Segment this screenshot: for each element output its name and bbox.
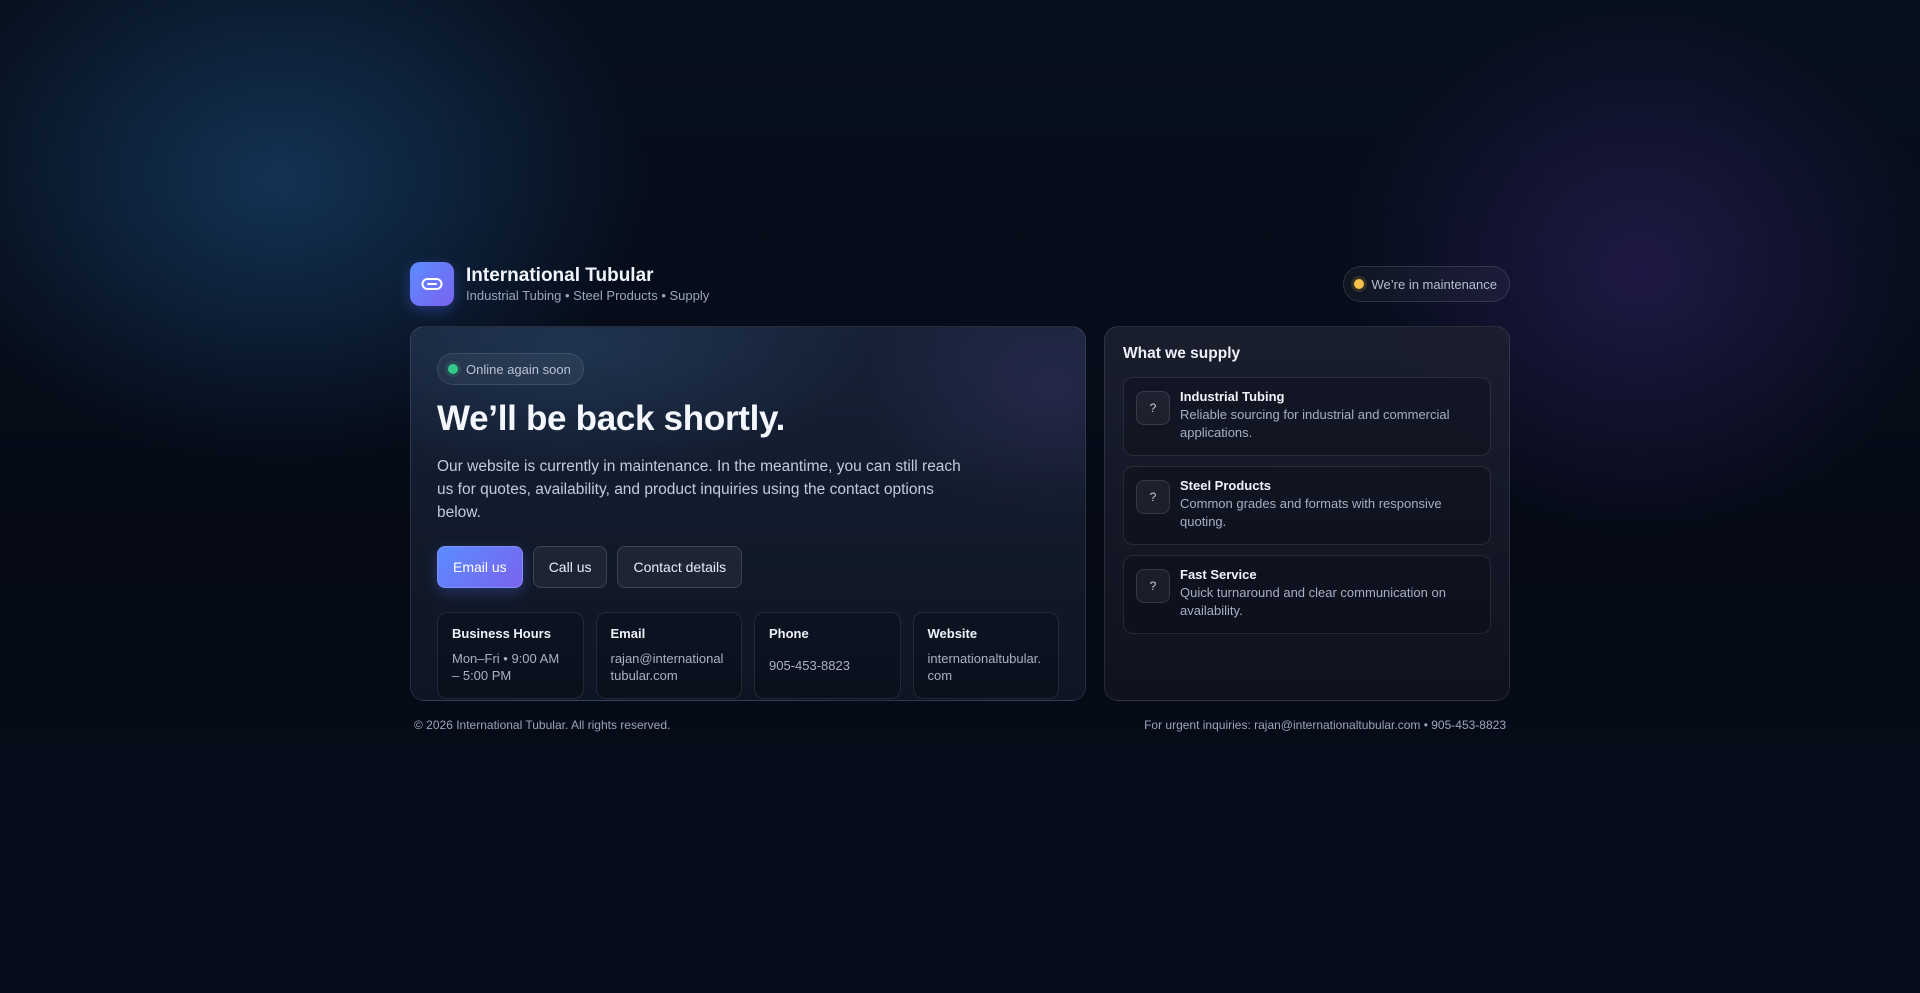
info-title: Business Hours bbox=[452, 626, 551, 641]
supply-item-name: Industrial Tubing bbox=[1180, 389, 1285, 404]
contact-details-button[interactable]: Contact details bbox=[617, 546, 743, 588]
page-description: Our website is currently in maintenance.… bbox=[437, 458, 961, 521]
email-card: Email rajan@internationaltubular.com bbox=[595, 612, 742, 699]
link-chain-icon bbox=[410, 262, 454, 306]
website-card: Website internationaltubular.com bbox=[912, 612, 1059, 699]
supply-item: ? Industrial Tubing Reliable sourcing fo… bbox=[1123, 377, 1491, 456]
status-badge: Online again soon bbox=[437, 353, 584, 385]
brand-tagline: Industrial Tubing • Steel Products • Sup… bbox=[466, 287, 710, 303]
supply-item: ? Steel Products Common grades and forma… bbox=[1123, 466, 1491, 545]
phone-card: Phone 905-453-8823 bbox=[754, 612, 901, 699]
info-value: Mon–Fri • 9:00 AM – 5:00 PM bbox=[452, 651, 560, 683]
supply-item-desc: Quick turnaround and clear communication… bbox=[1180, 585, 1446, 618]
email-us-button[interactable]: Email us bbox=[437, 546, 523, 588]
status-dot-icon bbox=[1353, 279, 1364, 289]
brand: International Tubular Industrial Tubing … bbox=[410, 262, 709, 306]
supply-item: ? Fast Service Quick turnaround and clea… bbox=[1123, 555, 1491, 634]
maintenance-badge-label: We’re in maintenance bbox=[1371, 276, 1498, 292]
copyright-text: © 2026 International Tubular. All rights… bbox=[414, 718, 671, 732]
maintenance-badge: We’re in maintenance bbox=[1342, 266, 1510, 302]
supply-title: What we supply bbox=[1123, 345, 1241, 362]
action-buttons: Email us Call us Contact details bbox=[437, 546, 1059, 588]
email-link[interactable]: rajan@internationaltubular.com bbox=[611, 650, 728, 684]
info-title: Email bbox=[610, 626, 646, 641]
supply-card: What we supply ? Industrial Tubing Relia… bbox=[1104, 326, 1510, 701]
maintenance-card: Online again soon We’ll be back shortly.… bbox=[410, 326, 1086, 701]
urgent-contact-text: For urgent inquiries: rajan@internationa… bbox=[1144, 718, 1506, 732]
online-dot-icon bbox=[448, 364, 458, 374]
supply-item-desc: Common grades and formats with responsiv… bbox=[1180, 496, 1442, 529]
page-header: International Tubular Industrial Tubing … bbox=[410, 262, 1510, 306]
tubing-icon: ? bbox=[1136, 391, 1170, 425]
page-footer: © 2026 International Tubular. All rights… bbox=[410, 718, 1510, 732]
website-link[interactable]: internationaltubular.com bbox=[928, 650, 1045, 684]
contact-info-grid: Business Hours Mon–Fri • 9:00 AM – 5:00 … bbox=[437, 612, 1059, 699]
page-title: We’ll be back shortly. bbox=[437, 399, 786, 438]
fast-service-icon: ? bbox=[1136, 569, 1170, 603]
supply-item-name: Fast Service bbox=[1180, 567, 1257, 582]
status-badge-label: Online again soon bbox=[466, 361, 571, 377]
steel-icon: ? bbox=[1136, 480, 1170, 514]
brand-name: International Tubular bbox=[466, 264, 654, 286]
maintenance-page: International Tubular Industrial Tubing … bbox=[410, 262, 1510, 732]
info-title: Website bbox=[927, 626, 978, 641]
info-title: Phone bbox=[769, 626, 809, 641]
supply-item-name: Steel Products bbox=[1180, 478, 1272, 493]
supply-item-desc: Reliable sourcing for industrial and com… bbox=[1180, 407, 1450, 440]
call-us-button[interactable]: Call us bbox=[532, 546, 608, 588]
business-hours-card: Business Hours Mon–Fri • 9:00 AM – 5:00 … bbox=[437, 612, 584, 699]
content-row: Online again soon We’ll be back shortly.… bbox=[410, 326, 1510, 701]
phone-link[interactable]: 905-453-8823 bbox=[769, 657, 886, 674]
